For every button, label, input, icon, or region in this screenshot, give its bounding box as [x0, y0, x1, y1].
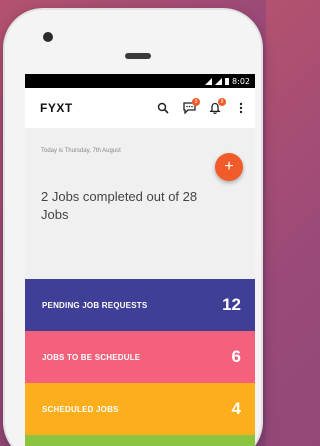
wifi-icon	[205, 77, 213, 85]
signal-icon	[215, 77, 223, 85]
messages-badge: 3	[192, 98, 200, 106]
next-jobs-row[interactable]	[25, 435, 255, 446]
overflow-menu-button[interactable]	[233, 100, 249, 116]
earpiece-speaker	[125, 53, 151, 59]
scheduled-jobs-row[interactable]: SCHEDULED JOBS 4	[25, 383, 255, 435]
search-button[interactable]	[155, 100, 171, 116]
app-screen: 8:02 FYXT 3 9 Today is Thursday, 7th Aug…	[25, 74, 255, 446]
date-text: Today is Thursday, 7th August	[41, 148, 121, 154]
row-label: JOBS TO BE SCHEDULE	[42, 352, 141, 362]
app-title: FYXT	[40, 101, 73, 115]
row-count: 6	[231, 347, 241, 366]
jobs-completed-text: 2 Jobs completed out of 28 Jobs	[41, 189, 198, 222]
pending-job-requests-row[interactable]: PENDING JOB REQUESTS 12	[25, 279, 255, 331]
job-summary: Today is Thursday, 7th August + 2 Jobs c…	[25, 128, 255, 279]
row-count: 12	[222, 295, 241, 314]
notifications-button[interactable]: 9	[207, 98, 226, 116]
row-label: SCHEDULED JOBS	[42, 404, 119, 414]
messages-button[interactable]: 3	[181, 98, 200, 116]
app-bar: FYXT 3 9	[25, 88, 255, 128]
notifications-badge: 9	[218, 98, 226, 106]
row-count: 4	[231, 399, 241, 418]
app-bar-actions: 3 9	[155, 98, 249, 116]
more-vertical-icon	[239, 102, 243, 114]
jobs-to-be-schedule-row[interactable]: JOBS TO BE SCHEDULE 6	[25, 331, 255, 383]
search-icon	[157, 102, 169, 114]
add-job-button[interactable]: +	[215, 153, 243, 181]
phone-frame: 8:02 FYXT 3 9 Today is Thursday, 7th Aug…	[5, 10, 261, 446]
battery-icon	[225, 77, 230, 85]
status-bar: 8:02	[25, 74, 255, 88]
row-label: PENDING JOB REQUESTS	[42, 300, 148, 310]
front-camera	[43, 32, 53, 42]
status-time: 8:02	[232, 76, 250, 86]
